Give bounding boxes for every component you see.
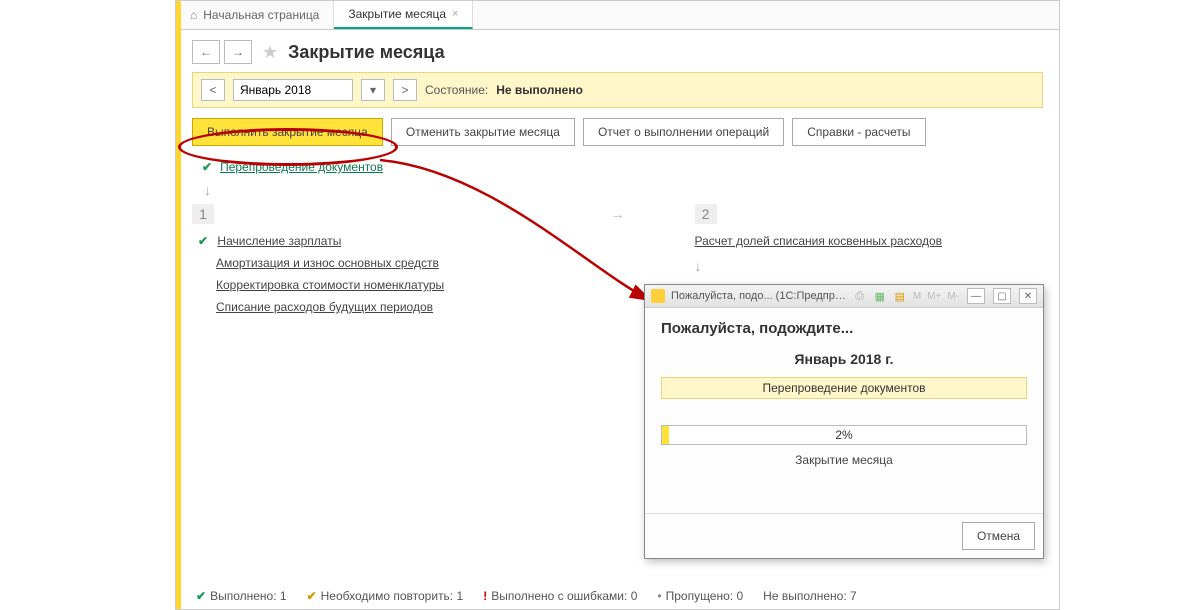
dialog-body: Пожалуйста, подождите... Январь 2018 г. …: [645, 308, 1043, 513]
run-close-button[interactable]: Выполнить закрытие месяца: [192, 118, 383, 146]
col1-item-0: ✔ Начисление зарплаты: [192, 230, 541, 252]
dialog-task: Перепроведение документов: [661, 377, 1027, 399]
close-icon[interactable]: ×: [452, 8, 458, 20]
stat-errors: !Выполнено с ошибками: 0: [483, 589, 637, 603]
dialog-subtitle: Закрытие месяца: [661, 453, 1027, 467]
print-icon[interactable]: ⎙: [853, 289, 867, 303]
col1-item-2: Корректировка стоимости номенклатуры: [192, 274, 541, 296]
check-icon: ✔: [198, 234, 208, 248]
dialog-heading: Пожалуйста, подождите...: [661, 320, 1027, 337]
forward-button[interactable]: →: [224, 40, 252, 64]
down-arrow-icon: ↓: [204, 182, 1043, 198]
progress-bar: 2%: [661, 425, 1027, 445]
app-logo-icon: [651, 289, 665, 303]
status-bar: < ▾ > Состояние: Не выполнено: [192, 72, 1043, 108]
tab-home[interactable]: ⌂ Начальная страница: [176, 1, 334, 29]
cancel-close-button[interactable]: Отменить закрытие месяца: [391, 118, 575, 146]
action-row: Выполнить закрытие месяца Отменить закры…: [192, 118, 1043, 146]
stat-done: ✔Выполнено: 1: [196, 589, 287, 603]
status-value: Не выполнено: [496, 83, 583, 97]
col2-number: 2: [695, 204, 717, 224]
col1-number: 1: [192, 204, 214, 224]
col2-item-0: Расчет долей списания косвенных расходов: [695, 230, 1044, 252]
tab-active[interactable]: Закрытие месяца ×: [334, 1, 473, 29]
op-future[interactable]: Списание расходов будущих периодов: [216, 300, 433, 314]
right-arrow-icon: →: [611, 206, 625, 222]
dialog-month: Январь 2018 г.: [661, 351, 1027, 367]
down-arrow-icon: ↓: [695, 258, 1044, 274]
refs-button[interactable]: Справки - расчеты: [792, 118, 925, 146]
op-indirect[interactable]: Расчет долей списания косвенных расходов: [695, 234, 943, 248]
op-top-row: ✔ Перепроведение документов: [192, 158, 1043, 176]
mem-mminus[interactable]: M-: [947, 291, 959, 302]
op-amort[interactable]: Амортизация и износ основных средств: [216, 256, 439, 270]
tab-bar: ⌂ Начальная страница Закрытие месяца ×: [176, 1, 1059, 30]
favorite-icon[interactable]: ★: [262, 42, 278, 63]
minimize-button[interactable]: —: [967, 288, 985, 304]
tab-home-label: Начальная страница: [203, 8, 319, 22]
tab-active-label: Закрытие месяца: [348, 7, 446, 21]
progress-text: 2%: [662, 426, 1026, 444]
period-input[interactable]: [233, 79, 353, 101]
prev-period-button[interactable]: <: [201, 79, 225, 101]
col1-item-1: Амортизация и износ основных средств: [192, 252, 541, 274]
sidebar-accent: [176, 1, 181, 609]
status-label: Состояние:: [425, 83, 488, 97]
dialog-window-title: Пожалуйста, подо... (1С:Предприятие): [671, 290, 847, 302]
op-repost-docs[interactable]: Перепроведение документов: [220, 160, 383, 174]
period-picker-button[interactable]: ▾: [361, 79, 385, 101]
op-salary[interactable]: Начисление зарплаты: [217, 234, 341, 248]
dialog-cancel-button[interactable]: Отмена: [962, 522, 1035, 550]
warn-icon: ✔: [307, 589, 317, 603]
wait-dialog: Пожалуйста, подо... (1С:Предприятие) ⎙ ▦…: [644, 284, 1044, 559]
home-icon: ⌂: [190, 8, 197, 22]
mem-mplus[interactable]: M+: [927, 291, 941, 302]
stat-repeat: ✔Необходимо повторить: 1: [307, 589, 464, 603]
check-icon: ✔: [196, 589, 206, 603]
close-button[interactable]: ✕: [1019, 288, 1037, 304]
stat-notdone: Не выполнено: 7: [763, 589, 857, 603]
nav-buttons: ← →: [192, 40, 252, 64]
column-1: 1 ✔ Начисление зарплаты Амортизация и из…: [192, 204, 541, 482]
op-cost[interactable]: Корректировка стоимости номенклатуры: [216, 278, 444, 292]
maximize-button[interactable]: ▢: [993, 288, 1011, 304]
grid-icon[interactable]: ▦: [873, 289, 887, 303]
back-button[interactable]: ←: [192, 40, 220, 64]
next-period-button[interactable]: >: [393, 79, 417, 101]
dialog-titlebar[interactable]: Пожалуйста, подо... (1С:Предприятие) ⎙ ▦…: [645, 285, 1043, 308]
mem-m[interactable]: M: [913, 291, 921, 302]
dialog-footer: Отмена: [645, 513, 1043, 558]
page-title: Закрытие месяца: [288, 42, 444, 63]
error-icon: !: [483, 589, 487, 603]
report-button[interactable]: Отчет о выполнении операций: [583, 118, 784, 146]
title-row: ← → ★ Закрытие месяца: [192, 40, 1043, 64]
col1-item-3: Списание расходов будущих периодов: [192, 296, 541, 318]
check-icon: ✔: [202, 160, 212, 174]
stat-skipped: •Пропущено: 0: [657, 589, 743, 603]
footer-stats: ✔Выполнено: 1 ✔Необходимо повторить: 1 !…: [196, 589, 1039, 603]
dot-icon: •: [657, 589, 661, 603]
calc-icon[interactable]: ▤: [893, 289, 907, 303]
